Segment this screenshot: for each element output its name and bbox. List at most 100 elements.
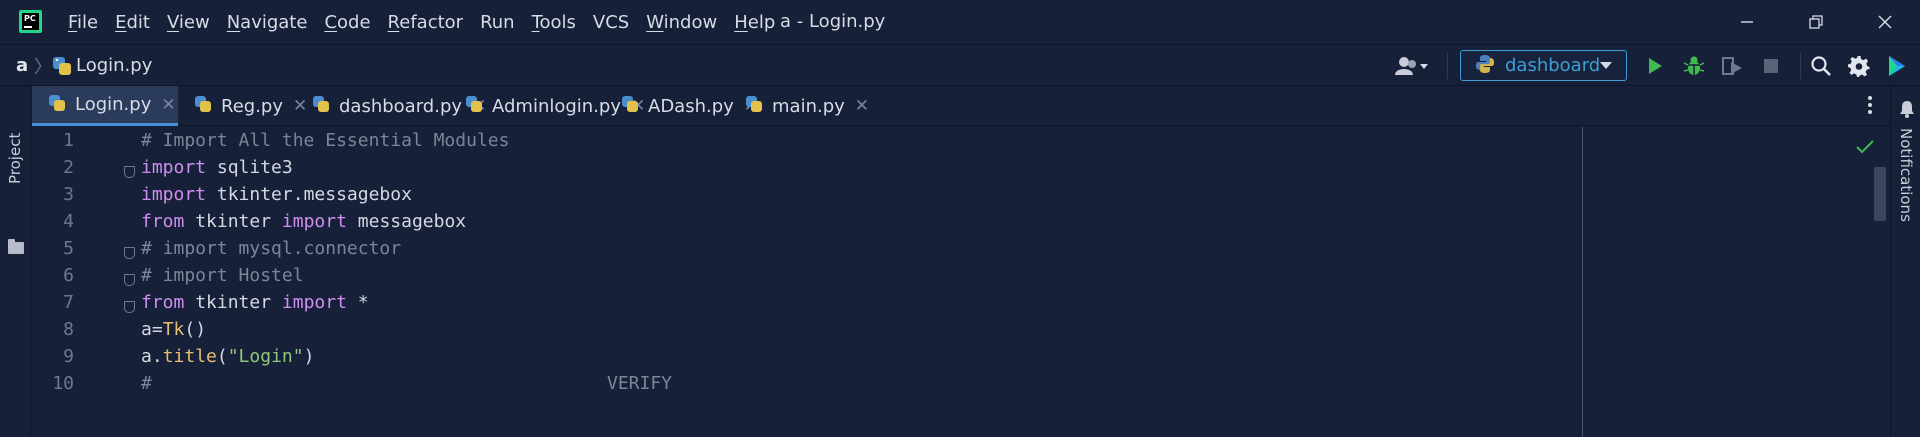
tab-label: Adminlogin.py	[492, 95, 622, 117]
inspection-ok-check-icon[interactable]	[1856, 139, 1874, 158]
pycharm-logo-icon[interactable]: PC	[19, 10, 42, 33]
code-token: import	[141, 157, 207, 178]
code-token: *	[346, 292, 369, 313]
menu-edit[interactable]: Edit	[115, 12, 150, 33]
menu-run[interactable]: Run	[480, 12, 515, 33]
restore-button[interactable]	[1781, 0, 1851, 44]
stop-icon	[1764, 59, 1778, 73]
restore-icon	[1809, 15, 1823, 29]
fold-marker-icon[interactable]	[124, 274, 135, 286]
code-token: #	[141, 373, 152, 394]
code-token: Tk	[162, 319, 185, 340]
line-number: 3	[63, 184, 74, 205]
code-token: messagebox	[346, 211, 467, 232]
menu-view[interactable]: View	[167, 12, 210, 33]
close-window-button[interactable]	[1850, 0, 1920, 44]
code-line[interactable]: import sqlite3	[141, 157, 293, 178]
gear-icon	[1848, 56, 1870, 77]
tab-main-py[interactable]: main.py ✕	[729, 86, 869, 126]
code-line[interactable]: # import mysql.connector	[141, 238, 401, 259]
close-tab-icon[interactable]: ✕	[855, 96, 869, 116]
coverage-icon	[1722, 57, 1742, 75]
menu-refactor[interactable]: Refactor	[388, 12, 464, 33]
code-line[interactable]: # VERIFY	[141, 373, 683, 394]
search-icon	[1811, 56, 1831, 76]
user-account-icon[interactable]	[1394, 55, 1434, 81]
tab-adminlogin-py[interactable]: Adminlogin.py ✕	[449, 86, 645, 126]
code-line[interactable]: a=Tk()	[141, 319, 206, 340]
editor-scrollbar-thumb[interactable]	[1874, 167, 1886, 221]
code-with-me-button[interactable]	[1884, 53, 1910, 79]
python-file-icon	[465, 95, 483, 117]
python-file-icon	[52, 56, 72, 80]
notifications-tool-window-button[interactable]: Notifications	[1897, 128, 1915, 222]
fold-marker-icon[interactable]	[124, 166, 135, 178]
tab-label: Login.py	[75, 94, 152, 115]
tab-adash-py[interactable]: ADash.py✕	[605, 86, 758, 126]
code-line[interactable]: import tkinter.messagebox	[141, 184, 412, 205]
line-number: 4	[63, 211, 74, 232]
code-token: (	[216, 346, 228, 367]
right-margin-guide	[1582, 127, 1583, 437]
line-number: 1	[63, 130, 74, 151]
settings-button[interactable]	[1846, 53, 1872, 79]
bug-icon	[1683, 56, 1705, 75]
tab-dashboard-py[interactable]: dashboard.py✕	[296, 86, 486, 126]
fold-marker-icon[interactable]	[124, 301, 135, 313]
title-bar: PC File Edit View Navigate Code Refactor Run To…	[0, 0, 1920, 44]
code-token: VERIFY	[151, 373, 683, 394]
tab-reg-py[interactable]: Reg.py ✕	[178, 86, 307, 126]
code-token: tkinter	[184, 292, 282, 313]
code-line[interactable]: from tkinter import messagebox	[141, 211, 466, 232]
python-file-icon	[194, 95, 212, 117]
bell-icon[interactable]	[1899, 100, 1915, 122]
line-number: 7	[63, 292, 74, 313]
python-file-icon	[312, 95, 330, 117]
code-line[interactable]: # import Hostel	[141, 265, 304, 286]
run-configuration-label: dashboard	[1505, 55, 1601, 76]
line-number: 2	[63, 157, 74, 178]
project-tool-window-button[interactable]: Project	[6, 133, 24, 184]
menu-file[interactable]: File	[68, 12, 98, 33]
code-token: import	[281, 211, 347, 232]
search-everywhere-button[interactable]	[1808, 53, 1834, 79]
line-number: 6	[63, 265, 74, 286]
menu-vcs[interactable]: VCS	[593, 12, 629, 33]
breadcrumb-file[interactable]: Login.py	[76, 55, 152, 76]
close-tab-icon[interactable]: ✕	[161, 95, 175, 115]
stop-button[interactable]	[1758, 53, 1784, 79]
code-token: # import mysql.connector	[141, 238, 402, 259]
menu-code[interactable]: Code	[324, 12, 370, 33]
code-line[interactable]: # Import All the Essential Modules	[141, 130, 509, 151]
python-file-icon	[48, 94, 66, 116]
code-token: ()	[184, 319, 207, 340]
code-token: a.	[141, 346, 163, 367]
code-token: import	[281, 292, 347, 313]
menu-window[interactable]: Window	[646, 12, 717, 33]
code-line[interactable]: a.title("Login")	[141, 346, 314, 367]
run-with-coverage-button[interactable]	[1719, 53, 1745, 79]
fold-marker-icon[interactable]	[124, 247, 135, 259]
menu-tools[interactable]: Tools	[532, 12, 576, 33]
right-tool-window-strip: Notifications	[1890, 86, 1920, 437]
toolbar-divider	[1447, 53, 1448, 79]
editor-tab-bar: Login.py✕Reg.py✕dashboard.py✕Adminlogin.…	[32, 86, 1890, 126]
code-line[interactable]: from tkinter import *	[141, 292, 369, 313]
tab-login-py[interactable]: Login.py ✕	[32, 86, 178, 126]
run-configuration-selector[interactable]: dashboard	[1460, 50, 1627, 81]
menu-navigate[interactable]: Navigate	[227, 12, 308, 33]
code-token: tkinter.messagebox	[206, 184, 412, 205]
menu-help[interactable]: Help	[734, 12, 775, 33]
chevron-down-icon	[1600, 62, 1612, 69]
python-file-icon	[621, 95, 639, 117]
python-icon	[1475, 54, 1495, 78]
python-file-icon	[745, 95, 763, 117]
breadcrumb-project[interactable]: a	[16, 55, 28, 76]
tab-actions-more-icon[interactable]	[1868, 96, 1872, 117]
code-editor[interactable]: 1 2 3 4 5 6 7 8 9 10 # Import All the Essential Mo…	[32, 127, 1890, 437]
debug-button[interactable]	[1681, 53, 1707, 79]
minimize-button[interactable]	[1712, 0, 1782, 44]
run-button[interactable]	[1642, 53, 1668, 79]
tab-label: dashboard.py	[339, 95, 463, 117]
folder-icon[interactable]	[8, 239, 24, 254]
